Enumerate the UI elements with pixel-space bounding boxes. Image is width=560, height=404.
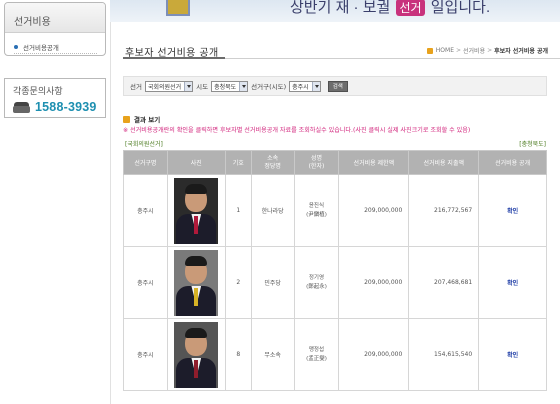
col-disclosure: 선거비용 공개: [478, 150, 547, 175]
candidate-photo[interactable]: [174, 321, 219, 388]
chevron-right-icon: >: [455, 47, 462, 54]
candidate-photo[interactable]: [174, 249, 219, 316]
cell-number: 2: [224, 246, 252, 319]
cell-spent: 216,772,567: [408, 174, 480, 247]
chevron-down-icon: [311, 81, 320, 91]
candidate-name: 정기영: [308, 274, 325, 281]
breadcrumb-current: 후보자 선거비용 공개: [494, 48, 548, 55]
cell-photo[interactable]: [166, 318, 226, 391]
sidebar-title: 선거비용: [5, 3, 105, 33]
province-label: 시도: [196, 83, 209, 91]
cell-photo[interactable]: [166, 246, 226, 319]
candidate-hanja: (孟正燮): [306, 355, 327, 362]
home-icon: [426, 47, 433, 54]
sidebar-menu: 선거비용 선거비용공개: [4, 2, 106, 56]
contact-row: 1588-3939: [5, 97, 105, 114]
title-accent: [123, 57, 225, 59]
col-photo: 사진: [166, 150, 226, 175]
results-heading: 결과 보기: [123, 114, 160, 124]
sidebar-item-label: 선거비용공개: [23, 44, 59, 52]
confirm-link[interactable]: 확인: [478, 246, 547, 319]
sidebar: 선거비용 선거비용공개 각종문의사항 1588-3939: [0, 0, 110, 404]
candidate-photo[interactable]: [174, 177, 219, 244]
election-select[interactable]: 국회의원선거: [144, 80, 194, 92]
chevron-right-icon: >: [487, 47, 493, 54]
confirm-link[interactable]: 확인: [478, 318, 547, 391]
divider: [14, 53, 97, 54]
cell-district: 충주시: [123, 246, 168, 319]
cell-limit: 209,000,000: [338, 318, 410, 391]
table-row: 충주시 8 무소속 맹정섭 (孟正燮) 209,000,000 154,615,…: [123, 318, 547, 391]
search-bar: 선거 국회의원선거 시도 충청북도 선거구(시도) 충주시 검색: [123, 76, 547, 96]
bullet-icon: [14, 45, 18, 49]
contact-title: 각종문의사항: [13, 87, 63, 97]
chevron-down-icon: [184, 81, 193, 91]
contact-box: 각종문의사항 1588-3939: [4, 78, 106, 118]
district-label: 선거구(시도): [251, 83, 287, 91]
breadcrumb: HOME > 선거비용 > 후보자 선거비용 공개: [426, 46, 548, 55]
banner-text-before: 상반기 재 · 보궐: [290, 0, 391, 16]
cell-name: 맹정섭 (孟正燮): [293, 318, 340, 391]
cell-limit: 209,000,000: [338, 174, 410, 247]
candidate-name: 윤진식: [308, 202, 325, 209]
province-select-value: 충청북도: [214, 83, 237, 91]
main-content: 후보자 선거비용 공개 HOME > 선거비용 > 후보자 선거비용 공개 선거…: [110, 22, 560, 404]
table-row: 충주시 2 민주당 정기영 (鄭起永) 209,000,000 207,468,…: [123, 246, 547, 319]
notice-text: ※ 선거비용공개란의 확인을 클릭하면 후보자별 선거비용공개 자료를 조회하실…: [123, 127, 471, 134]
election-label: 선거: [130, 83, 142, 91]
cell-party: 민주당: [250, 246, 295, 319]
cell-spent: 207,468,681: [408, 246, 480, 319]
cell-party: 한나라당: [250, 174, 295, 247]
breadcrumb-home[interactable]: HOME: [436, 47, 454, 54]
cell-number: 1: [224, 174, 252, 247]
cell-number: 8: [224, 318, 252, 391]
banner-text-after: 일입니다.: [430, 0, 491, 16]
banner-text: 상반기 재 · 보궐 선거 일입니다.: [290, 0, 490, 17]
chevron-down-icon: [239, 81, 248, 91]
contact-number: 1588-3939: [35, 100, 97, 114]
breadcrumb-section[interactable]: 선거비용: [463, 46, 485, 55]
cell-district: 충주시: [123, 174, 168, 247]
col-name: 성명 (한자): [293, 150, 340, 175]
province-tag: [충청북도]: [519, 141, 546, 148]
cell-photo[interactable]: [166, 174, 226, 247]
col-district: 선거구명: [123, 150, 168, 175]
cell-district: 충주시: [123, 318, 168, 391]
banner-image: [166, 0, 190, 16]
district-select-value: 충주시: [292, 83, 309, 91]
district-select[interactable]: 충주시: [289, 80, 321, 92]
banner-chip: 선거: [396, 0, 425, 16]
col-limit: 선거비용 제한액: [338, 150, 410, 175]
sidebar-item-election-cost[interactable]: 선거비용공개: [5, 33, 105, 52]
col-spent: 선거비용 지출액: [408, 150, 480, 175]
phone-icon: [13, 101, 30, 113]
election-select-value: 국회의원선거: [147, 83, 182, 91]
candidate-hanja: (尹鎭植): [306, 211, 327, 218]
cell-name: 윤진식 (尹鎭植): [293, 174, 340, 247]
table-header-row: 선거구명 사진 기호 소속 정당명 성명 (한자) 선거비용 제한액 선거비용 …: [123, 150, 547, 175]
col-party: 소속 정당명: [250, 150, 295, 175]
col-number: 기호: [224, 150, 252, 175]
candidate-name: 맹정섭: [308, 346, 325, 353]
candidate-hanja: (鄭起永): [306, 283, 327, 290]
top-banner: 상반기 재 · 보궐 선거 일입니다.: [110, 0, 560, 22]
cell-limit: 209,000,000: [338, 246, 410, 319]
results-label: 결과 보기: [134, 116, 161, 124]
cell-spent: 154,615,540: [408, 318, 480, 391]
results-icon: [123, 115, 130, 123]
province-select[interactable]: 충청북도: [211, 80, 249, 92]
results-table: 선거구명 사진 기호 소속 정당명 성명 (한자) 선거비용 제한액 선거비용 …: [123, 150, 547, 391]
confirm-link[interactable]: 확인: [478, 174, 547, 247]
election-tag: [국회의원선거]: [125, 141, 163, 148]
table-row: 충주시 1 한나라당 윤진식 (尹鎭植) 209,000,000 216,772…: [123, 174, 547, 247]
cell-party: 무소속: [250, 318, 295, 391]
search-button[interactable]: 검색: [327, 80, 348, 92]
cell-name: 정기영 (鄭起永): [293, 246, 340, 319]
